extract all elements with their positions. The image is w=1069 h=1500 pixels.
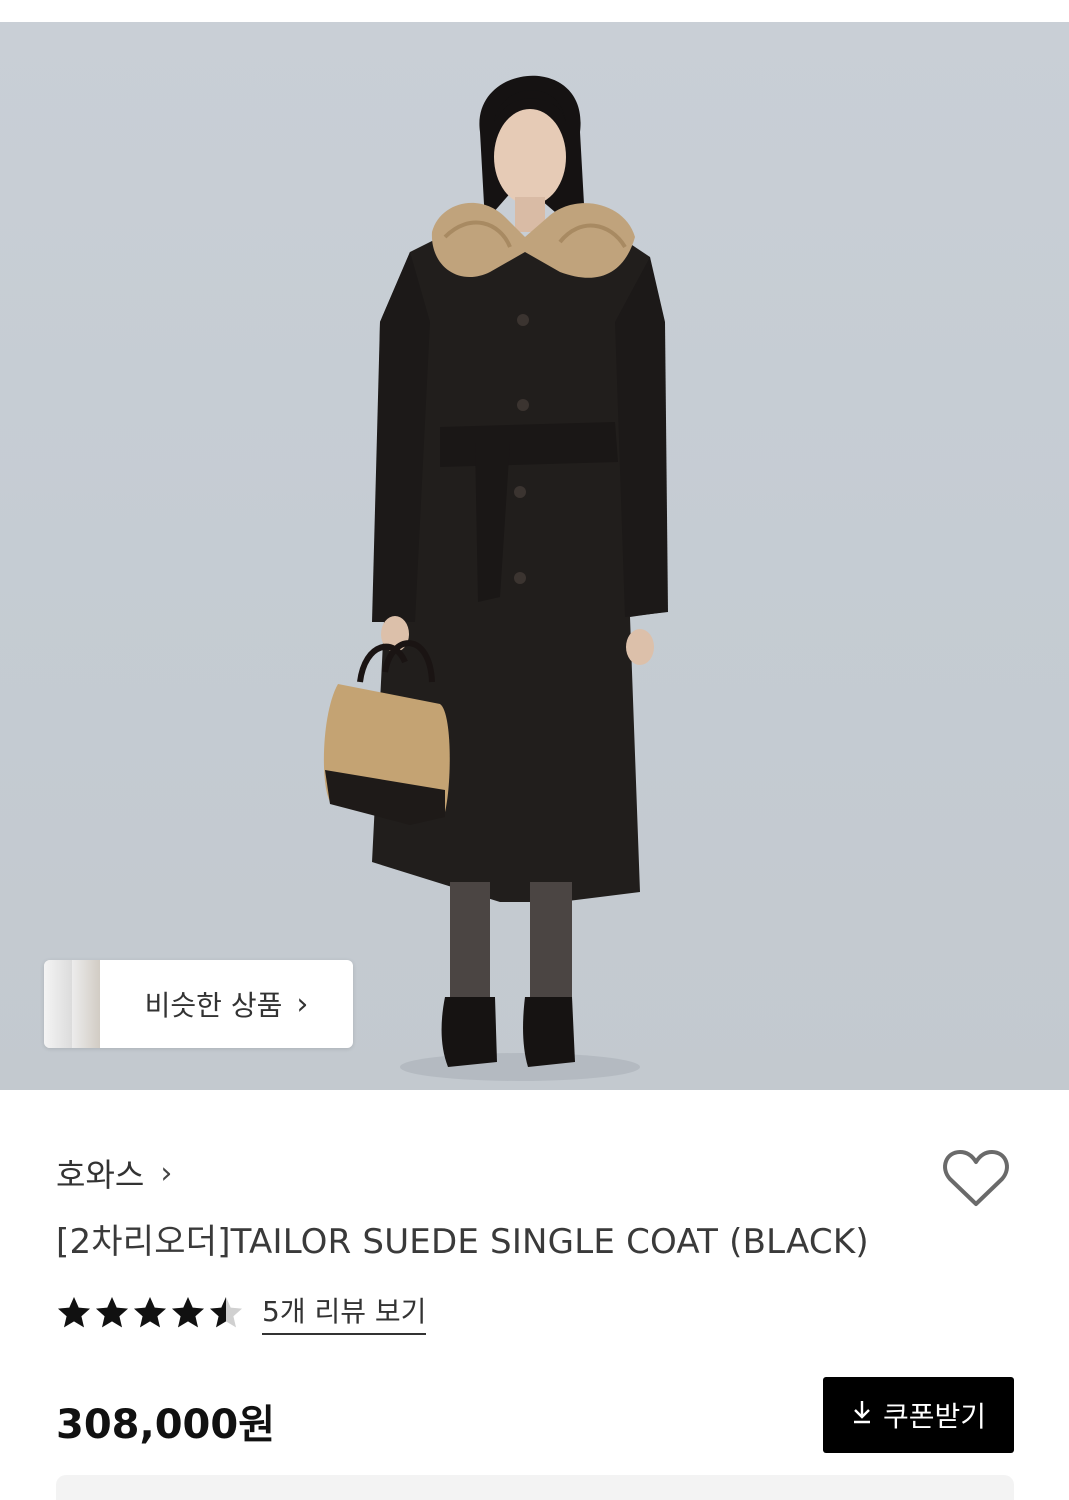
star-icon bbox=[58, 1296, 90, 1327]
model-photo-illustration bbox=[323, 75, 668, 1081]
thumbnail-1 bbox=[44, 960, 74, 1048]
coupon-label: 쿠폰받기 bbox=[882, 1400, 987, 1433]
info-panel bbox=[56, 1475, 1014, 1500]
rating-row: 5개 리뷰 보기 bbox=[56, 1290, 427, 1335]
review-link[interactable]: 5개 리뷰 보기 bbox=[262, 1290, 427, 1335]
heart-icon bbox=[943, 1150, 1009, 1206]
similar-products-thumbnails bbox=[44, 960, 100, 1048]
wishlist-heart-button[interactable] bbox=[942, 1148, 1010, 1210]
star-icon bbox=[172, 1296, 204, 1327]
download-icon bbox=[851, 1399, 873, 1432]
chevron-right-icon: › bbox=[296, 986, 309, 1022]
coupon-button[interactable]: 쿠폰받기 bbox=[823, 1377, 1014, 1453]
chevron-right-icon: › bbox=[160, 1155, 173, 1191]
similar-products-label-box: 비슷한 상품 › bbox=[100, 960, 353, 1048]
product-image[interactable]: 비슷한 상품 › bbox=[0, 22, 1069, 1090]
product-price: 308,000원 bbox=[56, 1402, 275, 1448]
star-icon bbox=[134, 1296, 166, 1327]
product-title: [2차리오더]TAILOR SUEDE SINGLE COAT (BLACK) bbox=[56, 1222, 869, 1262]
thumbnail-2 bbox=[72, 960, 100, 1048]
star-icon bbox=[210, 1296, 242, 1327]
brand-name: 호와스 bbox=[56, 1156, 145, 1194]
star-icon bbox=[96, 1296, 128, 1327]
star-rating bbox=[56, 1295, 244, 1331]
brand-link[interactable]: 호와스 › bbox=[56, 1150, 172, 1196]
similar-products-button[interactable]: 비슷한 상품 › bbox=[44, 960, 353, 1048]
similar-products-label: 비슷한 상품 bbox=[144, 989, 283, 1022]
